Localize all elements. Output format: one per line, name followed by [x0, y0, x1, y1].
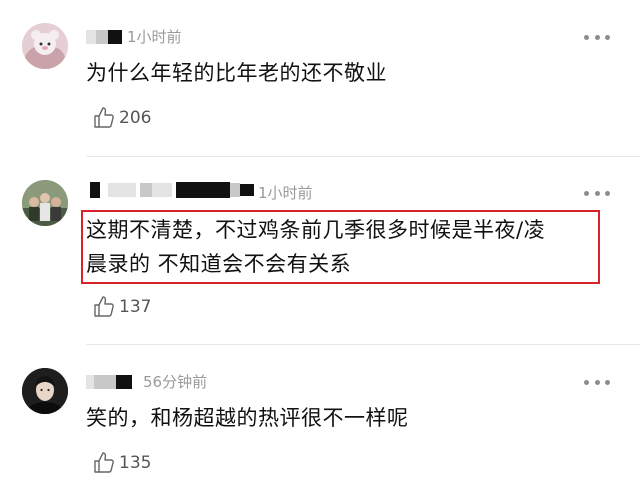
comment-text: 笑的，和杨超越的热评很不一样呢: [86, 401, 409, 435]
like-count: 135: [119, 453, 152, 473]
avatar[interactable]: [22, 368, 68, 414]
comment-text-line: 笑的，和杨超越的热评很不一样呢: [86, 406, 409, 430]
comment-time: 56分钟前: [143, 373, 208, 391]
like-button[interactable]: 135: [92, 451, 151, 475]
portrait-avatar-image: [22, 368, 68, 414]
username-masked[interactable]: [86, 373, 132, 391]
more-options-icon[interactable]: [584, 373, 610, 391]
comment-item: 56分钟前 笑的，和杨超越的热评很不一样呢 135: [0, 0, 640, 485]
thumbs-up-icon: [94, 452, 114, 473]
